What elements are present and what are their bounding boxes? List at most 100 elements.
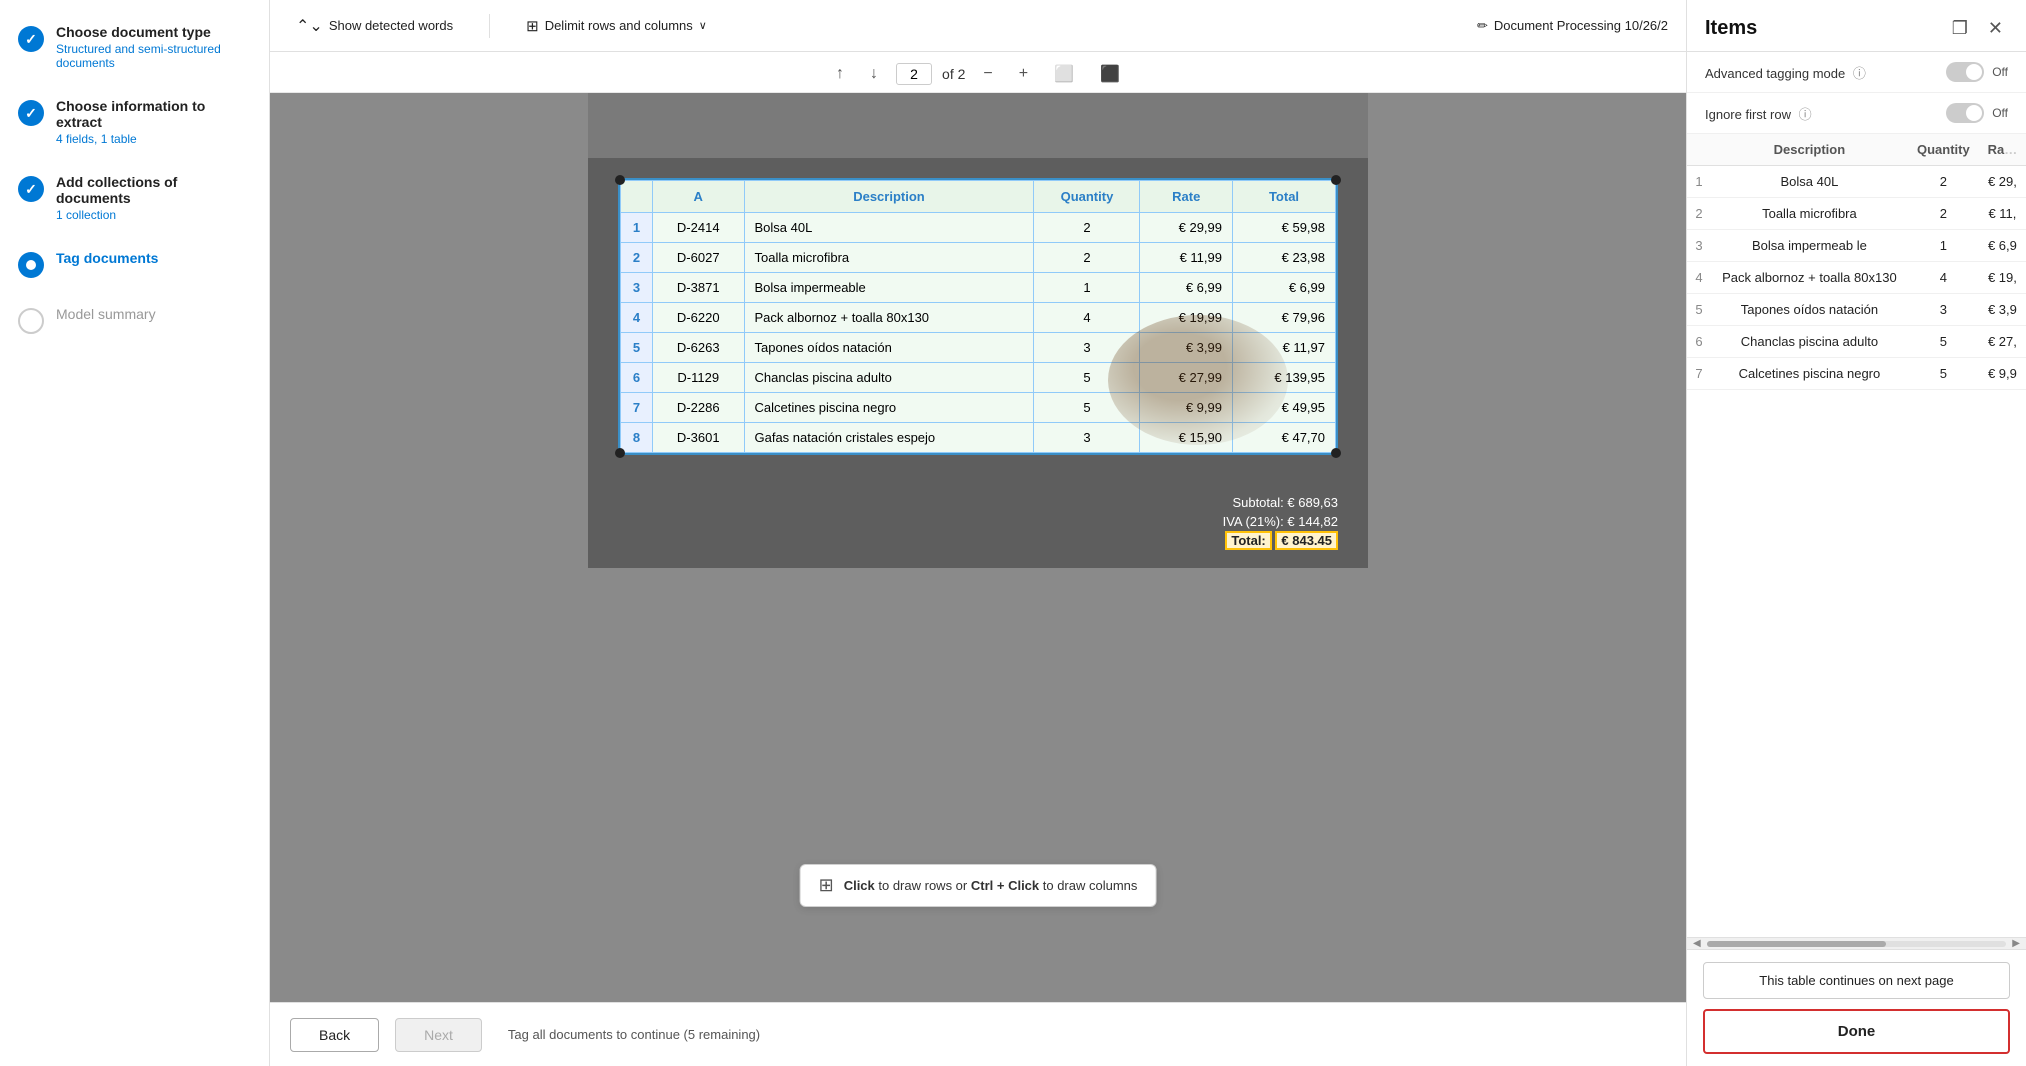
zoom-out-button[interactable]: − [975, 61, 1000, 87]
horizontal-scrollbar[interactable]: ◀ ▶ [1687, 937, 2026, 949]
doc-table-area: A Description Quantity Rate Total 1 D-24… [588, 158, 1368, 485]
tooltip-bar: ⊞ Click to draw rows or Ctrl + Click to … [800, 864, 1157, 907]
page-down-button[interactable]: ↓ [862, 61, 886, 87]
document-processing-label: ✏ Document Processing 10/26/2 [1477, 18, 1668, 34]
advanced-tagging-label: Advanced tagging mode ⓘ [1705, 63, 1866, 82]
list-item: 3 Bolsa impermeab le 1 € 6,9 [1687, 230, 2026, 262]
sidebar-item-tag-documents[interactable]: Tag documents [18, 250, 251, 278]
scroll-track[interactable] [1707, 941, 2007, 947]
iva-row: IVA (21%): € 144,82 [1223, 514, 1338, 529]
cell-desc-4: Pack albornoz + toalla 80x130 [744, 303, 1034, 333]
step-circle-2: ✓ [18, 100, 44, 126]
panel-header-icons: ❐ ✕ [1947, 16, 2008, 41]
col-header-quantity: Quantity [1034, 181, 1140, 213]
handle-bottom-right[interactable] [1331, 448, 1341, 458]
items-col-quantity: Quantity [1908, 134, 1979, 166]
doc-header-strip [588, 93, 1368, 158]
cell-desc-7: Calcetines piscina negro [744, 393, 1034, 423]
zoom-in-button[interactable]: + [1011, 61, 1036, 87]
item-rate-6: € 27, [1979, 326, 2026, 358]
row-num-6: 6 [621, 363, 653, 393]
step-circle-3: ✓ [18, 176, 44, 202]
show-detected-words-button[interactable]: ⌃⌄ Show detected words [288, 12, 461, 40]
advanced-tagging-info-icon: ⓘ [1853, 66, 1866, 81]
done-button[interactable]: Done [1703, 1009, 2010, 1054]
main-area: ⌃⌄ Show detected words ⊞ Delimit rows an… [270, 0, 1686, 1066]
step-label-3: Add collections of documents [56, 174, 251, 206]
item-desc-2: Toalla microfibra [1711, 198, 1908, 230]
item-desc-5: Tapones oídos natación [1711, 294, 1908, 326]
subtotal-row: Subtotal: € 689,63 [1232, 495, 1338, 510]
right-panel: Items ❐ ✕ Advanced tagging mode ⓘ Off Ig… [1686, 0, 2026, 1066]
page-number-input[interactable] [896, 63, 932, 85]
grid-icon: ⊞ [526, 17, 539, 35]
doc-footer: Subtotal: € 689,63 IVA (21%): € 144,82 T… [588, 485, 1368, 568]
cell-total-3: € 6,99 [1233, 273, 1336, 303]
advanced-tagging-switch[interactable] [1946, 62, 1984, 82]
invoice-table-wrapper[interactable]: A Description Quantity Rate Total 1 D-24… [618, 178, 1338, 455]
ignore-first-row-state: Off [1992, 106, 2008, 120]
items-col-rate: Ra… [1979, 134, 2026, 166]
row-num-1: 1 [621, 213, 653, 243]
next-button[interactable]: Next [395, 1018, 482, 1052]
top-bar: ⌃⌄ Show detected words ⊞ Delimit rows an… [270, 0, 1686, 52]
delimit-rows-columns-button[interactable]: ⊞ Delimit rows and columns ∨ [518, 13, 715, 39]
list-item: 6 Chanclas piscina adulto 5 € 27, [1687, 326, 2026, 358]
cell-qty-4: 4 [1034, 303, 1140, 333]
fit-width-button[interactable]: ⬜ [1046, 60, 1082, 88]
scroll-right-arrow[interactable]: ▶ [2010, 938, 2022, 949]
handle-top-right[interactable] [1331, 175, 1341, 185]
items-table-wrapper: Description Quantity Ra… 1 Bolsa 40L 2 €… [1687, 134, 2026, 937]
col-header-rate: Rate [1140, 181, 1233, 213]
cell-qty-6: 5 [1034, 363, 1140, 393]
item-idx-3: 3 [1687, 230, 1711, 262]
item-qty-4: 4 [1908, 262, 1979, 294]
cell-total-7: € 49,95 [1233, 393, 1336, 423]
items-table: Description Quantity Ra… 1 Bolsa 40L 2 €… [1687, 134, 2026, 390]
fit-page-button[interactable]: ⬛ [1092, 60, 1128, 88]
cell-rate-7: € 9,99 [1140, 393, 1233, 423]
item-idx-1: 1 [1687, 166, 1711, 198]
table-row: 7 D-2286 Calcetines piscina negro 5 € 9,… [621, 393, 1336, 423]
ignore-first-row-toggle[interactable]: Off [1946, 103, 2008, 123]
item-desc-6: Chanclas piscina adulto [1711, 326, 1908, 358]
item-qty-5: 3 [1908, 294, 1979, 326]
row-num-7: 7 [621, 393, 653, 423]
ignore-first-row-switch[interactable] [1946, 103, 1984, 123]
step-sub-1: Structured and semi-structured documents [56, 42, 251, 70]
step-sub-3: 1 collection [56, 208, 251, 222]
sidebar-item-choose-doc-type[interactable]: ✓ Choose document type Structured and se… [18, 24, 251, 70]
scroll-thumb[interactable] [1707, 941, 1887, 947]
table-row: 4 D-6220 Pack albornoz + toalla 80x130 4… [621, 303, 1336, 333]
sidebar-item-model-summary[interactable]: Model summary [18, 306, 251, 334]
col-header-a: A [653, 181, 745, 213]
sidebar-item-add-collections[interactable]: ✓ Add collections of documents 1 collect… [18, 174, 251, 222]
page-total: of 2 [942, 66, 965, 82]
advanced-tagging-state: Off [1992, 65, 2008, 79]
sidebar-item-choose-info[interactable]: ✓ Choose information to extract 4 fields… [18, 98, 251, 146]
handle-top-left[interactable] [615, 175, 625, 185]
handle-bottom-left[interactable] [615, 448, 625, 458]
panel-header: Items ❐ ✕ [1687, 0, 2026, 52]
item-rate-4: € 19, [1979, 262, 2026, 294]
page-up-button[interactable]: ↑ [828, 61, 852, 87]
table-continues-button[interactable]: This table continues on next page [1703, 962, 2010, 999]
scroll-left-arrow[interactable]: ◀ [1691, 938, 1703, 949]
cell-id-4: D-6220 [653, 303, 745, 333]
item-rate-3: € 6,9 [1979, 230, 2026, 262]
cell-desc-2: Toalla microfibra [744, 243, 1034, 273]
item-qty-2: 2 [1908, 198, 1979, 230]
cell-rate-3: € 6,99 [1140, 273, 1233, 303]
table-row: 1 D-2414 Bolsa 40L 2 € 29,99 € 59,98 [621, 213, 1336, 243]
bottom-navigation: Back Next Tag all documents to continue … [270, 1002, 1686, 1066]
advanced-tagging-toggle[interactable]: Off [1946, 62, 2008, 82]
col-header-total: Total [1233, 181, 1336, 213]
back-button[interactable]: Back [290, 1018, 379, 1052]
checkmark-icon-2: ✓ [25, 105, 37, 122]
close-button[interactable]: ✕ [1983, 16, 2008, 41]
cell-rate-5: € 3,99 [1140, 333, 1233, 363]
subtotal-label: Subtotal: [1232, 495, 1283, 510]
cell-id-2: D-6027 [653, 243, 745, 273]
restore-button[interactable]: ❐ [1947, 16, 1973, 41]
cell-total-2: € 23,98 [1233, 243, 1336, 273]
